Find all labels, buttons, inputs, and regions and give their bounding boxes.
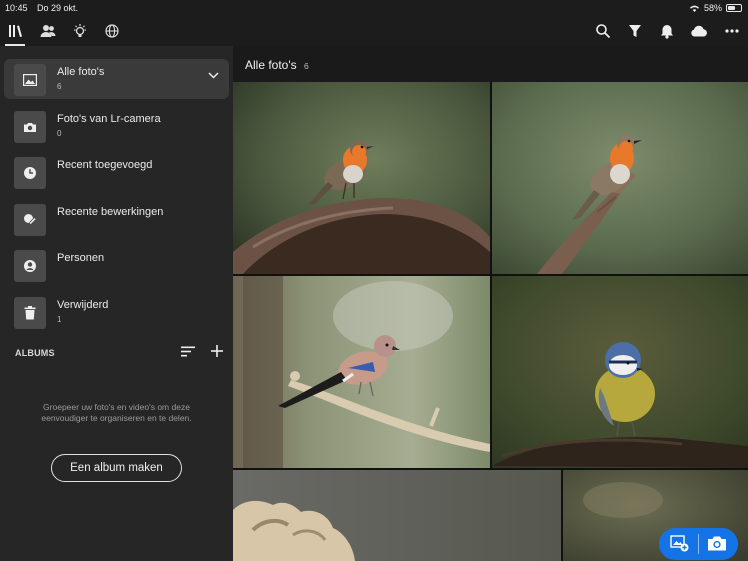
sidebar-item-people[interactable]: Personen <box>4 245 229 285</box>
photo-jay-branch[interactable] <box>233 276 490 468</box>
sidebar-item-label: Alle foto's <box>57 66 105 78</box>
sidebar-item-label: Personen <box>57 252 105 264</box>
chevron-down-icon[interactable] <box>208 72 219 79</box>
sidebar-item-lr-camera[interactable]: Foto's van Lr-camera 0 <box>4 106 229 146</box>
camera-icon <box>14 111 46 143</box>
trash-icon <box>14 297 46 329</box>
camera-capture-icon[interactable] <box>707 535 727 552</box>
sidebar-item-deleted[interactable]: Verwijderd 1 <box>4 292 229 332</box>
people-icon[interactable] <box>37 21 59 41</box>
photo-fluffy-animal[interactable] <box>233 470 561 561</box>
main-header: Alle foto's 6 <box>233 46 748 82</box>
status-date: Do 29 okt. <box>37 3 79 13</box>
battery-icon <box>726 4 742 12</box>
bell-icon[interactable] <box>656 21 678 41</box>
battery-percent: 58% <box>703 3 722 13</box>
sidebar-item-label: Foto's van Lr-camera <box>57 113 161 125</box>
lightbulb-icon[interactable] <box>69 21 91 41</box>
photo-grid <box>233 82 748 561</box>
status-bar: 10:45 Do 29 okt. 58% <box>0 0 748 16</box>
clock-icon <box>14 157 46 189</box>
sidebar-item-label: Recente bewerkingen <box>57 206 164 218</box>
status-right: 58% <box>689 3 742 13</box>
image-icon <box>14 64 46 96</box>
more-icon[interactable] <box>721 21 743 41</box>
person-icon <box>14 250 46 282</box>
photo-blue-tit[interactable] <box>492 276 748 468</box>
edit-icon <box>14 204 46 236</box>
sidebar: Alle foto's 6 Foto's van Lr-camera 0 Rec… <box>0 46 233 561</box>
cloud-icon[interactable] <box>688 21 710 41</box>
albums-empty-text: Groepeer uw foto's en video's om deze ee… <box>41 402 192 423</box>
add-photos-fab <box>659 528 738 560</box>
albums-heading: ALBUMS <box>15 348 55 358</box>
library-icon[interactable] <box>5 21 27 41</box>
search-icon[interactable] <box>592 21 614 41</box>
add-album-icon[interactable] <box>210 344 224 358</box>
sidebar-item-label: Verwijderd <box>57 299 109 311</box>
top-toolbar <box>0 16 748 46</box>
status-time: 10:45 <box>5 3 28 13</box>
photo-robin-branch[interactable] <box>233 82 490 274</box>
sidebar-item-count: 0 <box>57 129 62 138</box>
import-photo-icon[interactable] <box>670 535 689 552</box>
sidebar-item-label: Recent toegevoegd <box>57 159 153 171</box>
sidebar-item-recently-added[interactable]: Recent toegevoegd <box>4 152 229 192</box>
fab-divider <box>698 534 699 554</box>
sidebar-item-count: 1 <box>57 315 62 324</box>
sidebar-item-recent-edits[interactable]: Recente bewerkingen <box>4 199 229 239</box>
wifi-icon <box>689 5 699 12</box>
sort-icon[interactable] <box>181 346 195 357</box>
photo-count: 6 <box>304 61 309 71</box>
filter-icon[interactable] <box>624 21 646 41</box>
globe-icon[interactable] <box>101 21 123 41</box>
page-title: Alle foto's <box>245 58 297 72</box>
make-album-button[interactable]: Een album maken <box>51 454 182 482</box>
photo-robin-twig[interactable] <box>492 82 748 274</box>
sidebar-item-all-photos[interactable]: Alle foto's 6 <box>4 59 229 99</box>
sidebar-item-count: 6 <box>57 82 62 91</box>
